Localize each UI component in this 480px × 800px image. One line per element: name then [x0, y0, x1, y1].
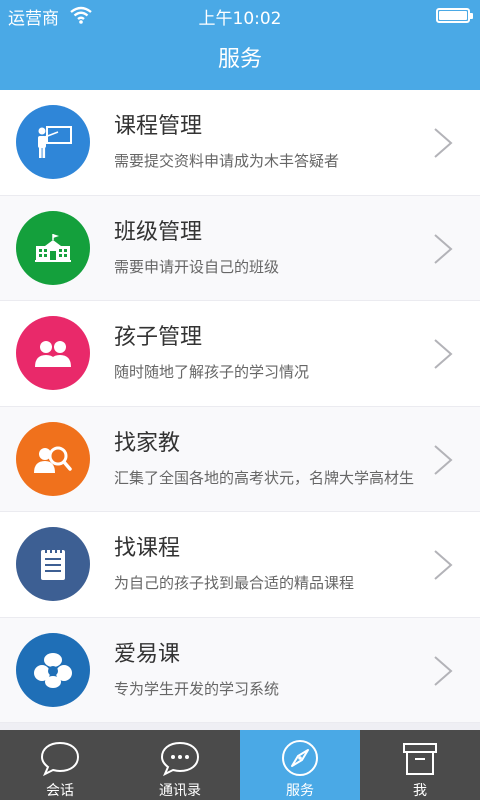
chevron-right-icon: [434, 233, 453, 264]
service-item-find-tutor[interactable]: 找家教 汇集了全国各地的高考状元，名牌大学高材生: [0, 406, 480, 512]
page-title: 服务: [217, 47, 262, 72]
school-building-icon: [35, 233, 71, 262]
tab-label: 通讯录: [159, 783, 201, 799]
service-subtitle: 为自己的孩子找到最合适的精品课程: [114, 574, 355, 592]
service-title: 爱易课: [114, 641, 181, 667]
status-time: 上午10:02: [198, 9, 282, 29]
tab-me[interactable]: 我: [360, 730, 480, 800]
tutor-search-icon: [34, 446, 72, 473]
tab-label: 我: [413, 783, 427, 799]
teacher-board-icon: [38, 126, 72, 158]
service-title: 课程管理: [114, 114, 203, 139]
service-subtitle: 需要申请开设自己的班级: [114, 257, 280, 276]
tab-label: 会话: [46, 783, 74, 799]
tab-bar: 会话 通讯录 服务 我: [0, 730, 480, 800]
service-title: 班级管理: [114, 219, 203, 245]
service-item-class-management[interactable]: 班级管理 需要申请开设自己的班级: [0, 195, 480, 301]
aiyike-icon-circle: [16, 632, 90, 707]
contacts-bubble-icon: [160, 741, 200, 777]
service-title: 找家教: [114, 430, 181, 456]
tab-label: 服务: [286, 783, 314, 799]
archive-box-icon: [403, 743, 437, 775]
service-item-course-management[interactable]: 课程管理 需要提交资料申请成为木丰答疑者: [0, 90, 480, 196]
service-list: 课程管理 需要提交资料申请成为木丰答疑者 班级管理 需要申请开设自己的班级 孩子…: [0, 90, 480, 723]
notebook-icon: [41, 548, 65, 580]
course-management-icon-circle: [16, 105, 90, 179]
status-bar: 运营商 上午10:02: [0, 0, 480, 30]
compass-icon: [282, 740, 318, 776]
child-management-icon-circle: [16, 316, 90, 390]
chevron-right-icon: [434, 339, 453, 369]
class-management-icon-circle: [16, 210, 90, 285]
service-item-aiyike[interactable]: 爱易课 专为学生开发的学习系统: [0, 617, 480, 723]
chevron-right-icon: [434, 444, 453, 475]
tab-contacts[interactable]: 通讯录: [120, 730, 240, 800]
battery-icon: [436, 8, 473, 23]
tab-services[interactable]: 服务: [240, 730, 360, 800]
chevron-right-icon: [434, 128, 453, 158]
clover-logo-icon: [34, 652, 72, 688]
service-title: 找课程: [114, 536, 181, 561]
service-item-find-course[interactable]: 找课程 为自己的孩子找到最合适的精品课程: [0, 512, 480, 618]
children-icon: [35, 341, 71, 367]
find-tutor-icon-circle: [16, 421, 90, 496]
service-subtitle: 随时随地了解孩子的学习情况: [114, 363, 310, 381]
nav-bar: 服务: [0, 30, 480, 90]
service-item-child-management[interactable]: 孩子管理 随时随地了解孩子的学习情况: [0, 301, 480, 407]
find-course-icon-circle: [16, 527, 90, 601]
service-title: 孩子管理: [114, 325, 203, 350]
chevron-right-icon: [434, 655, 453, 686]
chat-bubble-icon: [40, 741, 80, 777]
chevron-right-icon: [434, 550, 453, 580]
service-subtitle: 需要提交资料申请成为木丰答疑者: [114, 152, 340, 170]
tab-chat[interactable]: 会话: [0, 730, 120, 800]
service-subtitle: 汇集了全国各地的高考状元，名牌大学高材生: [114, 468, 415, 487]
service-subtitle: 专为学生开发的学习系统: [114, 679, 280, 698]
